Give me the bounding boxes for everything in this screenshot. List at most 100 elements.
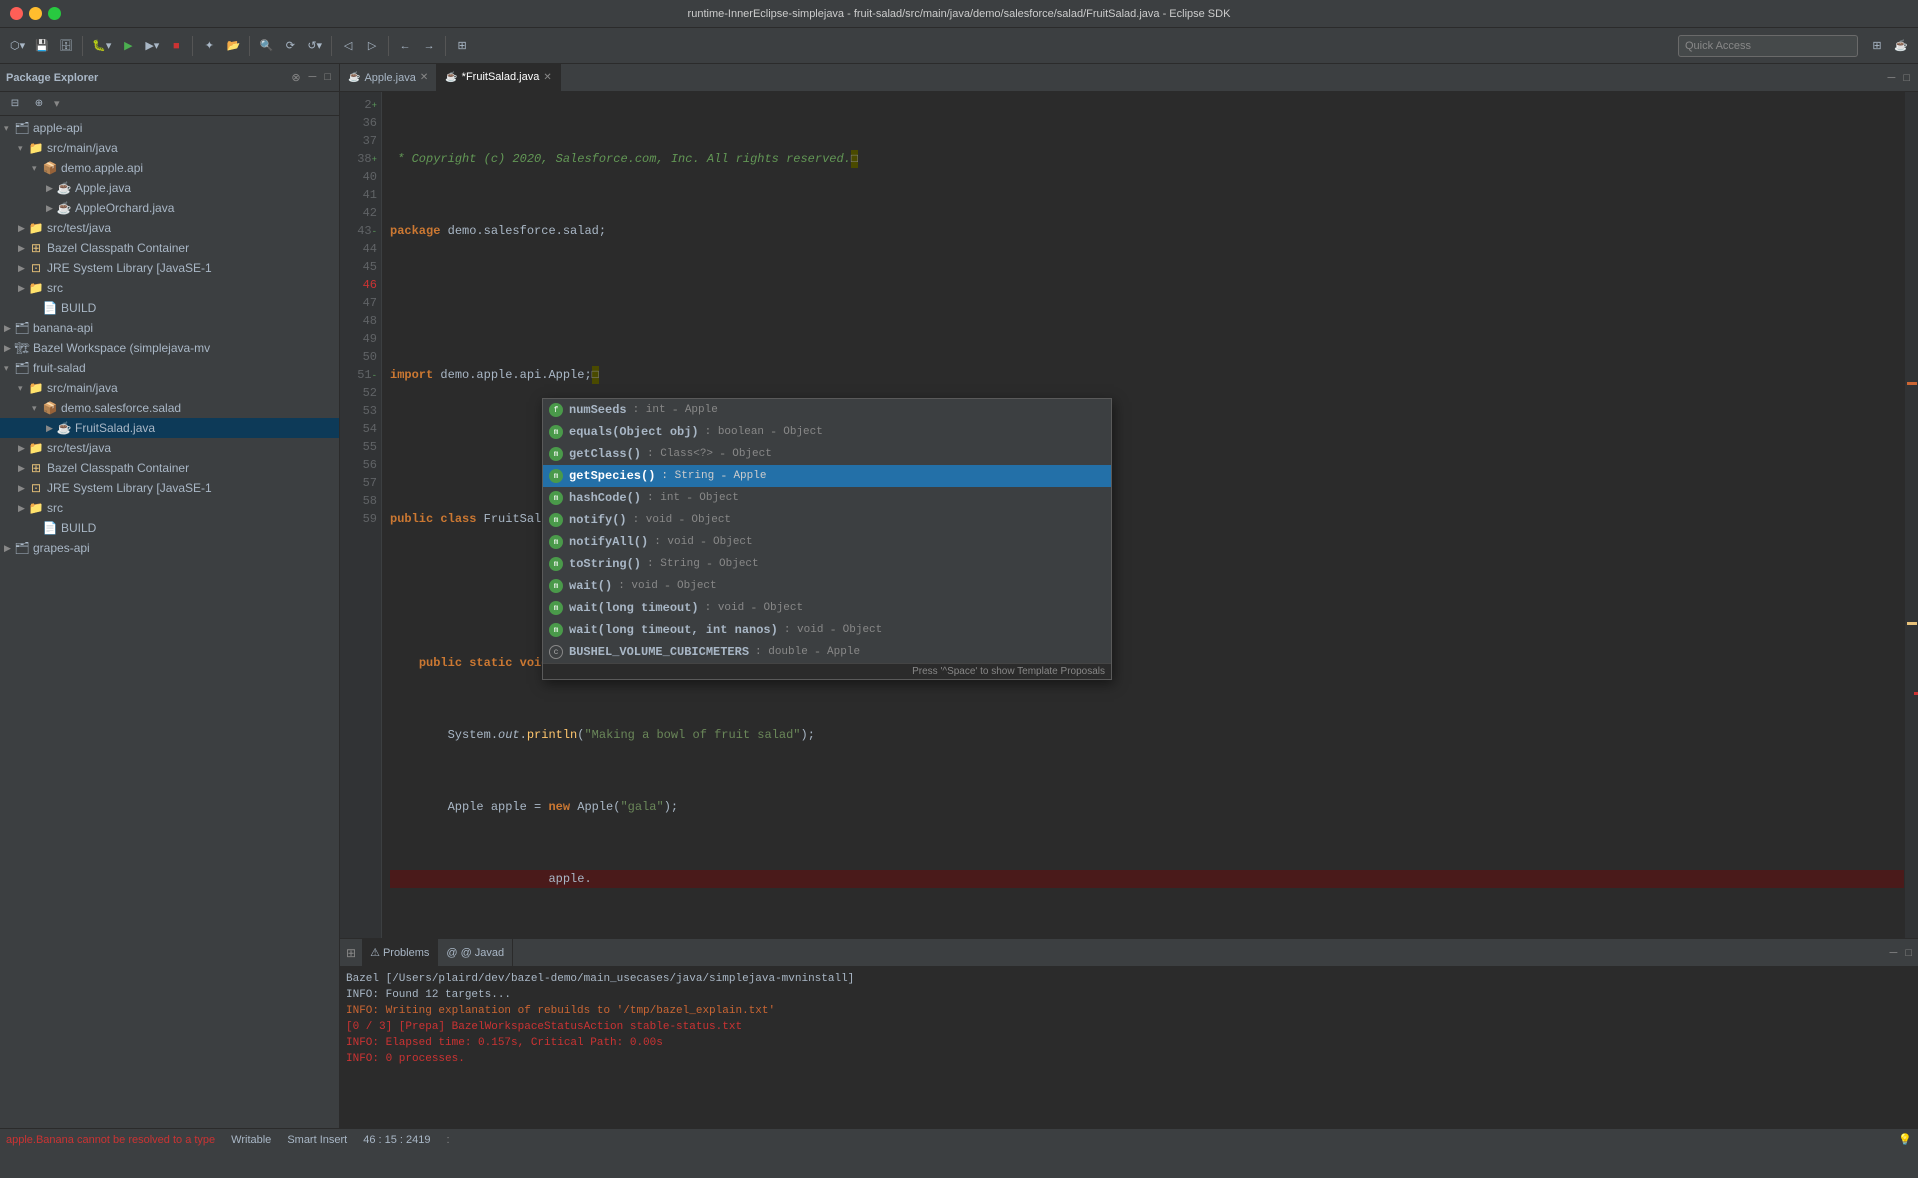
ln-58: 58 <box>340 492 377 510</box>
toolbar-stop-btn[interactable]: ■ <box>165 33 187 59</box>
package-explorer-panel: Package Explorer ⊗ ─ □ ⊟ ⊕ ▾ ▾ 🗂 apple-a… <box>0 64 340 1128</box>
autocomplete-popup[interactable]: f numSeeds : int - Apple m equals(Object… <box>542 398 1112 680</box>
tree-item-src-main-java[interactable]: ▾ 📁 src/main/java <box>0 138 339 158</box>
ac-item-equals[interactable]: m equals(Object obj) : boolean - Object <box>543 421 1111 443</box>
toolbar-java-btn[interactable]: ☕ <box>1890 33 1912 59</box>
toolbar-perspective-btn[interactable]: ⊞ <box>1866 33 1888 59</box>
tree-item-demo-apple-api[interactable]: ▾ 📦 demo.apple.api <box>0 158 339 178</box>
ac-item-getClass[interactable]: m getClass() : Class<?> - Object <box>543 443 1111 465</box>
toolbar-save-all-btn[interactable]: 🗄 <box>55 33 77 59</box>
toolbar-prev-edit-btn[interactable]: ◁ <box>337 33 359 59</box>
editor-scrollbar[interactable] <box>1904 92 1918 938</box>
code-line-45: Apple apple = new Apple("gala"); <box>390 798 1904 816</box>
bottom-min-icon[interactable]: ─ <box>1888 947 1900 959</box>
link-editor-btn[interactable]: ⊕ <box>28 95 50 113</box>
toolbar-new-btn[interactable]: ✦ <box>198 33 220 59</box>
ln-38: 38+ <box>340 150 377 168</box>
editor-min-icon[interactable]: ─ <box>1886 72 1898 84</box>
ln-2: 2+ <box>340 96 377 114</box>
tree-item-demo-salesforce-salad[interactable]: ▾ 📦 demo.salesforce.salad <box>0 398 339 418</box>
tab-problems[interactable]: ⚠ Problems <box>362 939 438 966</box>
toolbar-refactor-btn[interactable]: ⟳ <box>279 33 301 59</box>
toolbar-run-config-btn[interactable]: ▶▾ <box>141 33 163 59</box>
toolbar-back-btn[interactable]: ← <box>394 33 416 59</box>
toolbar-next-edit-btn[interactable]: ▷ <box>361 33 383 59</box>
ac-item-hashCode[interactable]: m hashCode() : int - Object <box>543 487 1111 509</box>
ln-37: 37 <box>340 132 377 150</box>
tree-item-grapes-api[interactable]: ▶ 🗂 grapes-api <box>0 538 339 558</box>
collapse-all-btn[interactable]: ⊟ <box>4 95 26 113</box>
tree-item-bazel-workspace[interactable]: ▶ 🏗 Bazel Workspace (simplejava-mv <box>0 338 339 358</box>
package-explorer-view-menu[interactable]: ▾ <box>52 97 62 110</box>
java-file-icon: ☕ <box>445 72 457 83</box>
tree-item-fruit-src-main[interactable]: ▾ 📁 src/main/java <box>0 378 339 398</box>
tab-javadoc[interactable]: @ @ Javad <box>438 939 513 966</box>
quick-access-input[interactable]: Quick Access <box>1678 35 1858 57</box>
close-button[interactable] <box>10 7 23 20</box>
tab-close-apple[interactable]: ✕ <box>420 72 428 83</box>
ac-item-numSeeds[interactable]: f numSeeds : int - Apple <box>543 399 1111 421</box>
minimize-button[interactable] <box>29 7 42 20</box>
tree-item-src-test-java[interactable]: ▶ 📁 src/test/java <box>0 218 339 238</box>
code-line-46: ✕ apple. <box>390 870 1904 888</box>
tree-item-fruit-src-test[interactable]: ▶ 📁 src/test/java <box>0 438 339 458</box>
toolbar-refresh-btn[interactable]: ↺▾ <box>303 33 326 59</box>
tree-item-appleorchard-java[interactable]: ▶ ☕ AppleOrchard.java <box>0 198 339 218</box>
tree-item-banana-api[interactable]: ▶ 🗂 banana-api <box>0 318 339 338</box>
editor-area: ☕ Apple.java ✕ ☕ *FruitSalad.java ✕ ─ □ … <box>340 64 1918 1128</box>
editor-max-icon[interactable]: □ <box>1901 72 1912 84</box>
tab-fruitsalad-java[interactable]: ☕ *FruitSalad.java ✕ <box>437 64 561 91</box>
tab-close-fruitsalad[interactable]: ✕ <box>543 72 551 83</box>
tree-item-fruitsalad-java[interactable]: ▶ ☕ FruitSalad.java <box>0 418 339 438</box>
problems-icon: ⚠ <box>370 946 380 959</box>
expand-icon: ▶ <box>4 543 14 554</box>
toolbar-save-btn[interactable]: 💾 <box>31 33 53 59</box>
tree-item-bazel-classpath[interactable]: ▶ ⊞ Bazel Classpath Container <box>0 238 339 258</box>
tree-item-fruit-bazel-classpath[interactable]: ▶ ⊞ Bazel Classpath Container <box>0 458 339 478</box>
package-explorer-min-icon[interactable]: ─ <box>307 71 319 84</box>
package-explorer-sync-icon[interactable]: ⊗ <box>289 71 302 84</box>
status-error-message: apple.Banana cannot be resolved to a typ… <box>6 1134 215 1146</box>
tree-item-apple-api[interactable]: ▾ 🗂 apple-api <box>0 118 339 138</box>
expand-icon: ▶ <box>46 423 56 434</box>
toolbar-open-btn[interactable]: 📂 <box>222 33 244 59</box>
tree-item-jre-system[interactable]: ▶ ⊡ JRE System Library [JavaSE-1 <box>0 258 339 278</box>
ac-item-notifyAll[interactable]: m notifyAll() : void - Object <box>543 531 1111 553</box>
workspace-icon: 🏗 <box>14 340 30 356</box>
javadoc-icon: @ <box>446 947 457 959</box>
tree-item-fruit-jre-system[interactable]: ▶ ⊡ JRE System Library [JavaSE-1 <box>0 478 339 498</box>
bottom-max-icon[interactable]: □ <box>1903 947 1914 959</box>
package-icon: 📦 <box>42 160 58 176</box>
toolbar-misc-btn[interactable]: ⊞ <box>451 33 473 59</box>
package-explorer-title: Package Explorer <box>6 72 98 84</box>
toolbar-debug-btn[interactable]: 🐛▾ <box>88 33 115 59</box>
maximize-button[interactable] <box>48 7 61 20</box>
ac-item-toString[interactable]: m toString() : String - Object <box>543 553 1111 575</box>
ac-item-waitLong[interactable]: m wait(long timeout) : void - Object <box>543 597 1111 619</box>
tree-item-apple-java[interactable]: ▶ ☕ Apple.java <box>0 178 339 198</box>
toolbar-nav-btn[interactable]: ⬡▾ <box>6 33 29 59</box>
tree-item-src[interactable]: ▶ 📁 src <box>0 278 339 298</box>
tab-apple-java[interactable]: ☕ Apple.java ✕ <box>340 64 437 91</box>
ac-item-bushel[interactable]: c BUSHEL_VOLUME_CUBICMETERS : double - A… <box>543 641 1111 663</box>
toolbar-run-btn[interactable]: ▶ <box>117 33 139 59</box>
ac-item-wait[interactable]: m wait() : void - Object <box>543 575 1111 597</box>
toolbar-search-btn[interactable]: 🔍 <box>255 33 277 59</box>
code-editor[interactable]: 2+ 36 37 38+ 40 41 42 43- 44 45 46 47 48… <box>340 92 1918 938</box>
package-explorer-max-icon[interactable]: □ <box>322 71 333 84</box>
ln-55: 55 <box>340 438 377 456</box>
package-explorer-toolbar: ⊟ ⊕ ▾ <box>0 92 339 116</box>
ac-item-notify[interactable]: m notify() : void - Object <box>543 509 1111 531</box>
ac-item-getSpecies[interactable]: m getSpecies() : String - Apple <box>543 465 1111 487</box>
scrollbar-error-mark <box>1907 382 1917 385</box>
toolbar-sep-2 <box>192 36 193 56</box>
jre-icon: ⊡ <box>28 480 44 496</box>
status-insert-mode: Smart Insert <box>287 1134 347 1146</box>
tree-item-fruit-salad[interactable]: ▾ 🗂 fruit-salad <box>0 358 339 378</box>
tree-item-fruit-src[interactable]: ▶ 📁 src <box>0 498 339 518</box>
tree-item-fruit-build[interactable]: 📄 BUILD <box>0 518 339 538</box>
tree-item-build[interactable]: 📄 BUILD <box>0 298 339 318</box>
ac-item-waitLongInt[interactable]: m wait(long timeout, int nanos) : void -… <box>543 619 1111 641</box>
folder-icon: 📁 <box>28 280 44 296</box>
toolbar-forward-btn[interactable]: → <box>418 33 440 59</box>
